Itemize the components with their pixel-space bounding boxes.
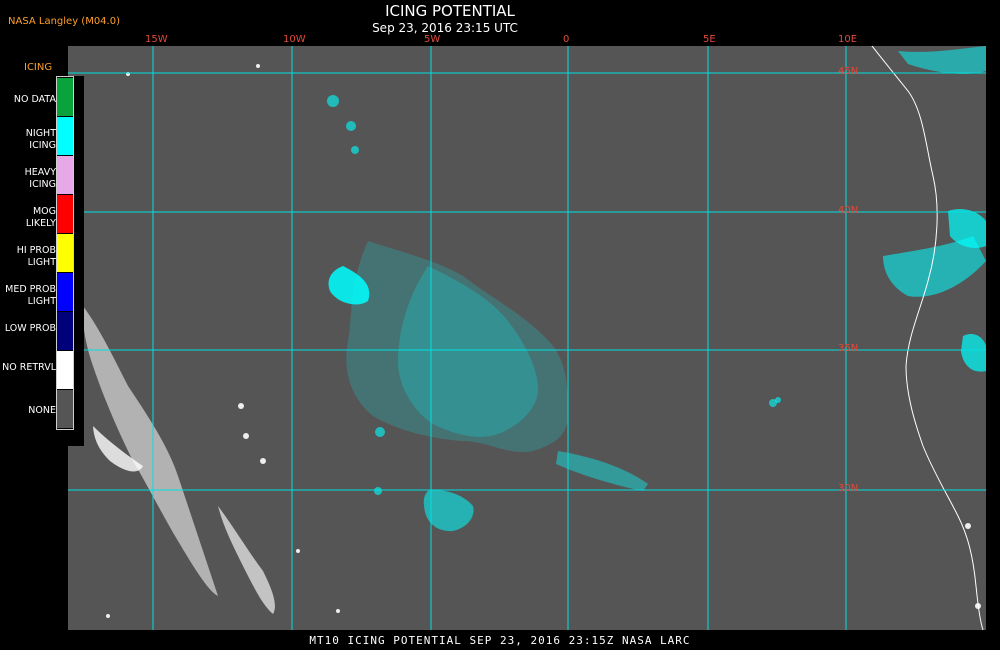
lon-label-0: 0 xyxy=(563,34,570,45)
legend-label-heavy-icing: HEAVY ICING xyxy=(24,167,56,190)
icing-map xyxy=(68,46,986,630)
legend-label-mog-likely: MOG LIKELY xyxy=(25,206,56,229)
swatch-low-prob xyxy=(57,312,73,350)
legend-label-none: NONE xyxy=(28,405,56,416)
night-icing-regions xyxy=(327,46,986,532)
lon-label-15w: 15W xyxy=(145,34,168,45)
swatch-no-data xyxy=(57,78,73,116)
legend: NO DATA NIGHT ICING HEAVY ICING MOG LIKE… xyxy=(0,76,84,446)
map-canvas xyxy=(68,46,986,630)
lat-label-40n: 40N xyxy=(838,205,859,216)
swatch-no-retrvl xyxy=(57,351,73,389)
legend-label-night-icing: NIGHT ICING xyxy=(25,128,56,151)
swatch-hi-prob-light xyxy=(57,234,73,272)
swatch-med-prob-light xyxy=(57,273,73,311)
product-title: ICING POTENTIAL xyxy=(385,2,515,20)
lon-label-10e: 10E xyxy=(838,34,858,45)
product-timestamp: Sep 23, 2016 23:15 UTC xyxy=(372,21,518,35)
legend-label-med-prob-light: MED PROB LIGHT xyxy=(5,284,56,307)
footer-caption: MT10 ICING POTENTIAL SEP 23, 2016 23:15Z… xyxy=(309,634,691,647)
legend-label-no-retrvl: NO RETRVL xyxy=(2,362,56,373)
coastline xyxy=(871,46,984,630)
legend-label-no-data: NO DATA xyxy=(13,94,56,105)
swatch-night-icing xyxy=(57,117,73,155)
legend-label-low-prob: LOW PROB xyxy=(4,323,56,334)
lon-label-10w: 10W xyxy=(283,34,306,45)
lon-label-5e: 5E xyxy=(703,34,716,45)
swatch-mog-likely xyxy=(57,195,73,233)
icing-potential-view: { "header": { "credit": "NASA Langley (M… xyxy=(0,0,1000,650)
legend-label-hi-prob-light: HI PROB LIGHT xyxy=(16,245,56,268)
lat-label-45n: 45N xyxy=(838,66,859,77)
swatch-heavy-icing xyxy=(57,156,73,194)
lat-label-35n: 35N xyxy=(838,343,859,354)
swatch-none xyxy=(57,390,73,428)
lat-label-30n: 30N xyxy=(838,483,859,494)
legend-heading: ICING xyxy=(24,62,53,73)
lon-label-5w: 5W xyxy=(424,34,441,45)
